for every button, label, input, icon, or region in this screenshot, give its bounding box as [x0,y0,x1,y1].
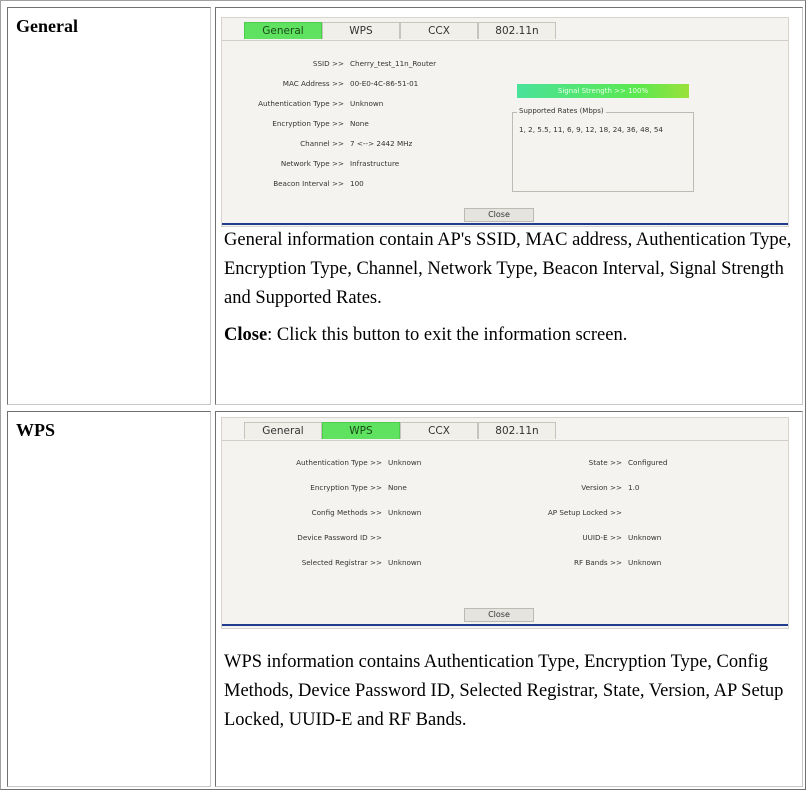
field-state: State >> Configured [588,458,668,467]
close-description: : Click this button to exit the informat… [267,325,628,345]
field-selected-registrar: Selected Registrar >> Unknown [301,558,422,567]
tab-wps[interactable]: WPS [322,422,400,439]
field-network-type: Network Type >> Infrastructure [280,159,400,168]
signal-strength-bar: Signal Strength >> 100% [517,84,689,98]
close-button[interactable]: Close [464,208,534,222]
tab-80211n[interactable]: 802.11n [478,422,556,439]
close-button[interactable]: Close [464,608,534,622]
field-rf-bands: RF Bands >> Unknown [574,558,662,567]
tab-divider [222,440,788,441]
tab-general[interactable]: General [244,422,322,439]
tab-bar: General WPS CCX 802.11n [244,422,556,439]
supported-rates-box: Supported Rates (Mbps) 1, 2, 5.5, 11, 6,… [512,107,694,192]
tab-bar: General WPS CCX 802.11n [244,22,556,39]
general-dialog-screenshot: General WPS CCX 802.11n SSID >> Cherry_te… [221,17,789,227]
info-table: General General WPS CCX 802.11n SSID >> C… [0,0,806,790]
tab-divider [222,40,788,41]
row-label-cell: WPS [7,411,211,787]
supported-rates-title: Supported Rates (Mbps) [517,107,606,115]
tab-ccx[interactable]: CCX [400,22,478,39]
field-authentication-type: Authentication Type >> Unknown [296,458,422,467]
wps-dialog-screenshot: General WPS CCX 802.11n Authentication T… [221,417,789,629]
tab-80211n[interactable]: 802.11n [478,22,556,39]
field-ssid: SSID >> Cherry_test_11n_Router [312,59,437,68]
row-label-general: General [16,16,78,36]
field-encryption-type: Encryption Type >> None [310,483,407,492]
bottom-blue-rule [222,624,788,626]
field-channel: Channel >> 7 <--> 2442 MHz [300,139,413,148]
close-note: Close: Click this button to exit the inf… [224,321,798,350]
field-ap-setup-locked: AP Setup Locked >> [547,508,622,517]
general-description: General information contain AP's SSID, M… [224,226,798,350]
description-text: General information contain AP's SSID, M… [224,230,792,308]
field-beacon-interval: Beacon Interval >> 100 [273,179,364,188]
row-label-cell: General [7,7,211,405]
field-version: Version >> 1.0 [581,483,640,492]
row-label-wps: WPS [16,420,56,440]
bottom-blue-rule [222,223,788,225]
row-content-cell: General WPS CCX 802.11n Authentication T… [215,411,803,787]
supported-rates-value: 1, 2, 5.5, 11, 6, 9, 12, 18, 24, 36, 48,… [519,125,664,134]
field-uuid-e: UUID-E >> Unknown [582,533,662,542]
wps-description: WPS information contains Authentication … [224,648,800,735]
tab-ccx[interactable]: CCX [400,422,478,439]
tab-general[interactable]: General [244,22,322,39]
field-mac-address: MAC Address >> 00-E0-4C-86-51-01 [282,79,419,88]
field-authentication-type: Authentication Type >> Unknown [258,99,384,108]
field-encryption-type: Encryption Type >> None [272,119,369,128]
field-device-password-id: Device Password ID >> [297,533,382,542]
row-content-cell: General WPS CCX 802.11n SSID >> Cherry_te… [215,7,803,405]
close-term: Close [224,325,268,345]
field-config-methods: Config Methods >> Unknown [311,508,422,517]
description-text: WPS information contains Authentication … [224,652,784,730]
tab-wps[interactable]: WPS [322,22,400,39]
